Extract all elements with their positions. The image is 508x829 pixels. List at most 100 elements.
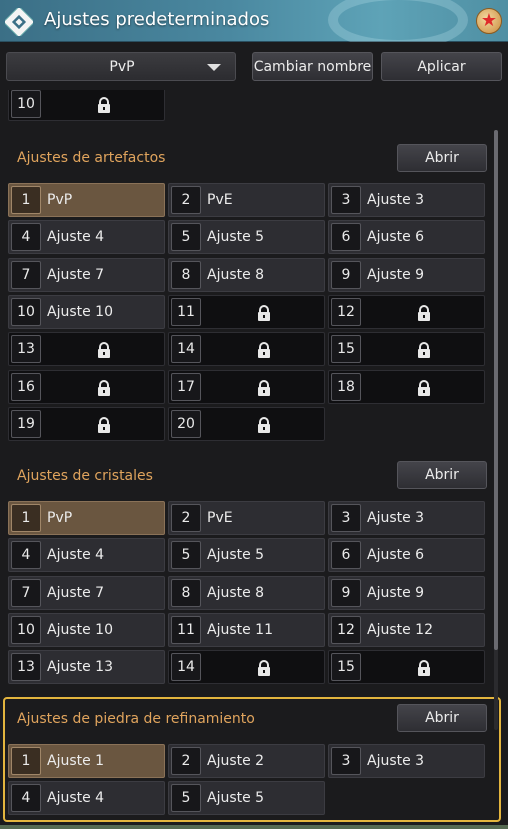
crystal-slot-11[interactable]: 11 Ajuste 11	[168, 612, 325, 647]
slot-number: 2	[171, 186, 201, 214]
artifact-slot-16[interactable]: 16	[8, 369, 165, 404]
lock-icon	[98, 97, 110, 113]
slot-number: 3	[331, 186, 361, 214]
slot-number: 11	[171, 297, 201, 326]
slot-label: Ajuste 7	[47, 266, 105, 283]
slot-number: 11	[171, 615, 201, 644]
slot-number: 1	[11, 504, 41, 532]
favorite-button[interactable]: ★	[476, 8, 502, 34]
lock-icon	[418, 304, 430, 321]
apply-button[interactable]: Aplicar	[381, 52, 502, 81]
artifact-slot-5[interactable]: 5 Ajuste 5	[168, 220, 325, 255]
slot-label: Ajuste 3	[367, 192, 425, 208]
slot-label: Ajuste 3	[367, 510, 425, 526]
slot-number: 6	[331, 223, 361, 252]
bottom-decoration	[0, 825, 508, 829]
toolbar: PvP Cambiar nombre Aplicar	[0, 42, 508, 90]
crystal-slot-1[interactable]: 1 PvP	[8, 501, 165, 535]
artifact-slot-13[interactable]: 13	[8, 332, 165, 367]
artifact-slot-14[interactable]: 14	[168, 332, 325, 367]
crystal-slot-9[interactable]: 9 Ajuste 9	[328, 575, 485, 610]
crystal-slot-7[interactable]: 7 Ajuste 7	[8, 575, 165, 610]
slot-number: 1	[11, 186, 41, 214]
artifact-slot-17[interactable]: 17	[168, 369, 325, 404]
artifacts-open-button[interactable]: Abrir	[397, 144, 487, 172]
crystal-slot-5[interactable]: 5 Ajuste 5	[168, 538, 325, 573]
slot-number: 9	[331, 260, 361, 289]
scrollbar-thumb[interactable]	[494, 130, 498, 650]
slot-number: 14	[171, 335, 201, 364]
lock-icon	[258, 416, 270, 433]
slot-number: 17	[171, 372, 201, 401]
slot-label: Ajuste 4	[47, 229, 105, 246]
crystal-slot-15[interactable]: 15	[328, 650, 485, 685]
slot-number: 3	[331, 504, 361, 532]
partial-slot-10[interactable]: 10	[8, 90, 165, 121]
rename-button[interactable]: Cambiar nombre	[252, 52, 373, 81]
slot-label: Ajuste 10	[47, 621, 114, 638]
artifact-slot-8[interactable]: 8 Ajuste 8	[168, 257, 325, 292]
slot-number: 2	[171, 504, 201, 532]
slot-number: 10	[11, 297, 41, 326]
crystal-slot-8[interactable]: 8 Ajuste 8	[168, 575, 325, 610]
refinement-section-title: Ajustes de piedra de refinamiento	[17, 711, 255, 727]
slot-label: Ajuste 11	[207, 621, 274, 638]
artifact-slot-15[interactable]: 15	[328, 332, 485, 367]
artifact-slot-12[interactable]: 12	[328, 294, 485, 329]
artifact-slot-9[interactable]: 9 Ajuste 9	[328, 257, 485, 292]
artifact-slot-6[interactable]: 6 Ajuste 6	[328, 220, 485, 255]
crystal-slot-12[interactable]: 12 Ajuste 12	[328, 612, 485, 647]
presets-scroll-area[interactable]: 10 1 PvP 2 PvE 3 Ajuste 3 4 Ajuste 4 5 Ajuste 5 6 Aj…	[0, 90, 508, 829]
crystals-section-title: Ajustes de cristales	[17, 468, 153, 484]
artifact-slot-1[interactable]: 1 PvP	[8, 183, 165, 217]
lock-icon	[258, 304, 270, 321]
slot-number: 4	[11, 541, 41, 570]
slot-label: PvE	[207, 192, 233, 208]
crystal-slot-10[interactable]: 10 Ajuste 10	[8, 612, 165, 647]
artifact-slot-4[interactable]: 4 Ajuste 4	[8, 220, 165, 255]
lock-icon	[418, 660, 430, 677]
crystals-open-button[interactable]: Abrir	[397, 461, 487, 489]
slot-label: Ajuste 4	[47, 547, 105, 564]
title-bar: Ajustes predeterminados ★	[0, 0, 508, 50]
artifact-slot-20[interactable]: 20	[168, 406, 325, 441]
slot-label: Ajuste 13	[47, 659, 114, 676]
slot-label: Ajuste 12	[367, 621, 434, 638]
lock-icon	[98, 379, 110, 396]
lock-icon	[418, 342, 430, 359]
slot-number: 15	[331, 335, 361, 364]
slot-number: 16	[11, 372, 41, 401]
slot-number: 12	[331, 615, 361, 644]
lock-icon	[418, 379, 430, 396]
crystal-slot-14[interactable]: 14	[168, 650, 325, 685]
slot-number: 7	[11, 578, 41, 607]
slot-number: 10	[11, 90, 41, 118]
crystal-slot-4[interactable]: 4 Ajuste 4	[8, 538, 165, 573]
slot-number: 7	[11, 260, 41, 289]
slot-label: Ajuste 9	[367, 266, 425, 283]
lock-icon	[258, 342, 270, 359]
preset-dropdown-value: PvP	[109, 59, 135, 75]
crystal-slot-2[interactable]: 2 PvE	[168, 501, 325, 535]
artifact-slot-11[interactable]: 11	[168, 294, 325, 329]
artifact-slot-18[interactable]: 18	[328, 369, 485, 404]
crystal-slot-6[interactable]: 6 Ajuste 6	[328, 538, 485, 573]
preset-dropdown[interactable]: PvP	[6, 52, 236, 81]
slot-label: Ajuste 6	[367, 229, 425, 246]
slot-number: 6	[331, 541, 361, 570]
slot-number: 14	[171, 653, 201, 682]
artifact-slot-2[interactable]: 2 PvE	[168, 183, 325, 217]
artifact-slot-19[interactable]: 19	[8, 406, 165, 441]
slot-label: Ajuste 10	[47, 303, 114, 320]
crystal-slot-3[interactable]: 3 Ajuste 3	[328, 501, 485, 535]
slot-label: Ajuste 5	[207, 229, 265, 246]
refinement-open-button[interactable]: Abrir	[397, 704, 487, 732]
crystal-slot-13[interactable]: 13 Ajuste 13	[8, 650, 165, 685]
slot-label: PvP	[47, 510, 73, 526]
artifact-slot-10[interactable]: 10 Ajuste 10	[8, 294, 165, 329]
slot-number: 18	[331, 372, 361, 401]
slot-number: 5	[171, 541, 201, 570]
artifact-slot-3[interactable]: 3 Ajuste 3	[328, 183, 485, 217]
artifact-slot-7[interactable]: 7 Ajuste 7	[8, 257, 165, 292]
slot-number: 5	[171, 223, 201, 252]
